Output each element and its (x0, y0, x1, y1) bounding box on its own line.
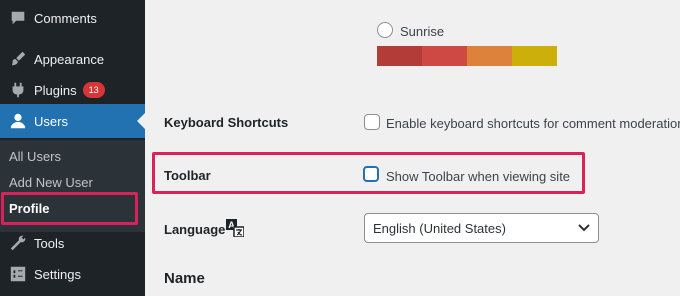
sidebar-item-plugins[interactable]: Plugins 13 (0, 73, 145, 107)
submenu-item-all-users[interactable]: All Users (9, 149, 61, 164)
sidebar-item-comments[interactable]: Comments (0, 1, 145, 35)
color-swatch (422, 46, 467, 66)
sidebar-item-label: Comments (34, 10, 97, 26)
sidebar-item-settings[interactable]: Settings (0, 257, 145, 291)
show-toolbar-checkbox-label: Show Toolbar when viewing site (386, 169, 571, 184)
keyboard-shortcuts-checkbox-label: Enable keyboard shortcuts for comment mo… (386, 116, 680, 131)
language-select[interactable]: English (United States) (364, 213, 599, 243)
keyboard-shortcuts-label: Keyboard Shortcuts (164, 115, 289, 130)
paintbrush-icon (8, 49, 28, 69)
submenu-item-add-new-user[interactable]: Add New User (9, 175, 93, 190)
admin-sidebar: Comments Appearance Plugins 13 Users All… (0, 0, 145, 296)
users-icon (8, 111, 28, 131)
sidebar-item-users[interactable]: Users (0, 104, 145, 138)
name-section-title: Name (164, 270, 205, 287)
sidebar-item-label: Tools (34, 235, 65, 251)
settings-icon (8, 264, 28, 284)
chevron-down-icon (578, 224, 590, 232)
color-swatch (512, 46, 557, 66)
show-toolbar-checkbox[interactable] (363, 166, 379, 182)
keyboard-shortcuts-checkbox[interactable] (364, 114, 380, 130)
color-swatch (467, 46, 512, 66)
profile-highlight-box (1, 192, 138, 225)
sidebar-item-label: Appearance (34, 51, 105, 67)
wrench-icon (8, 233, 28, 253)
active-indicator (137, 113, 145, 129)
comments-icon (8, 8, 28, 28)
language-label: Language (164, 222, 226, 237)
sidebar-item-label: Settings (34, 266, 81, 282)
sidebar-item-label: Plugins (34, 82, 77, 98)
language-select-value: English (United States) (373, 220, 506, 236)
update-count-badge: 13 (82, 82, 105, 98)
color-scheme-radio[interactable] (377, 22, 393, 38)
translation-icon: A (226, 219, 244, 237)
toolbar-label: Toolbar (164, 168, 211, 183)
color-swatch (377, 46, 422, 66)
color-scheme-label: Sunrise (400, 24, 445, 39)
sidebar-item-tools[interactable]: Tools (0, 226, 145, 260)
sidebar-item-label: Users (34, 113, 68, 129)
profile-form: Sunrise Keyboard Shortcuts Enable keyboa… (145, 0, 680, 296)
plugin-icon (8, 80, 28, 100)
sidebar-item-appearance[interactable]: Appearance (0, 42, 145, 76)
